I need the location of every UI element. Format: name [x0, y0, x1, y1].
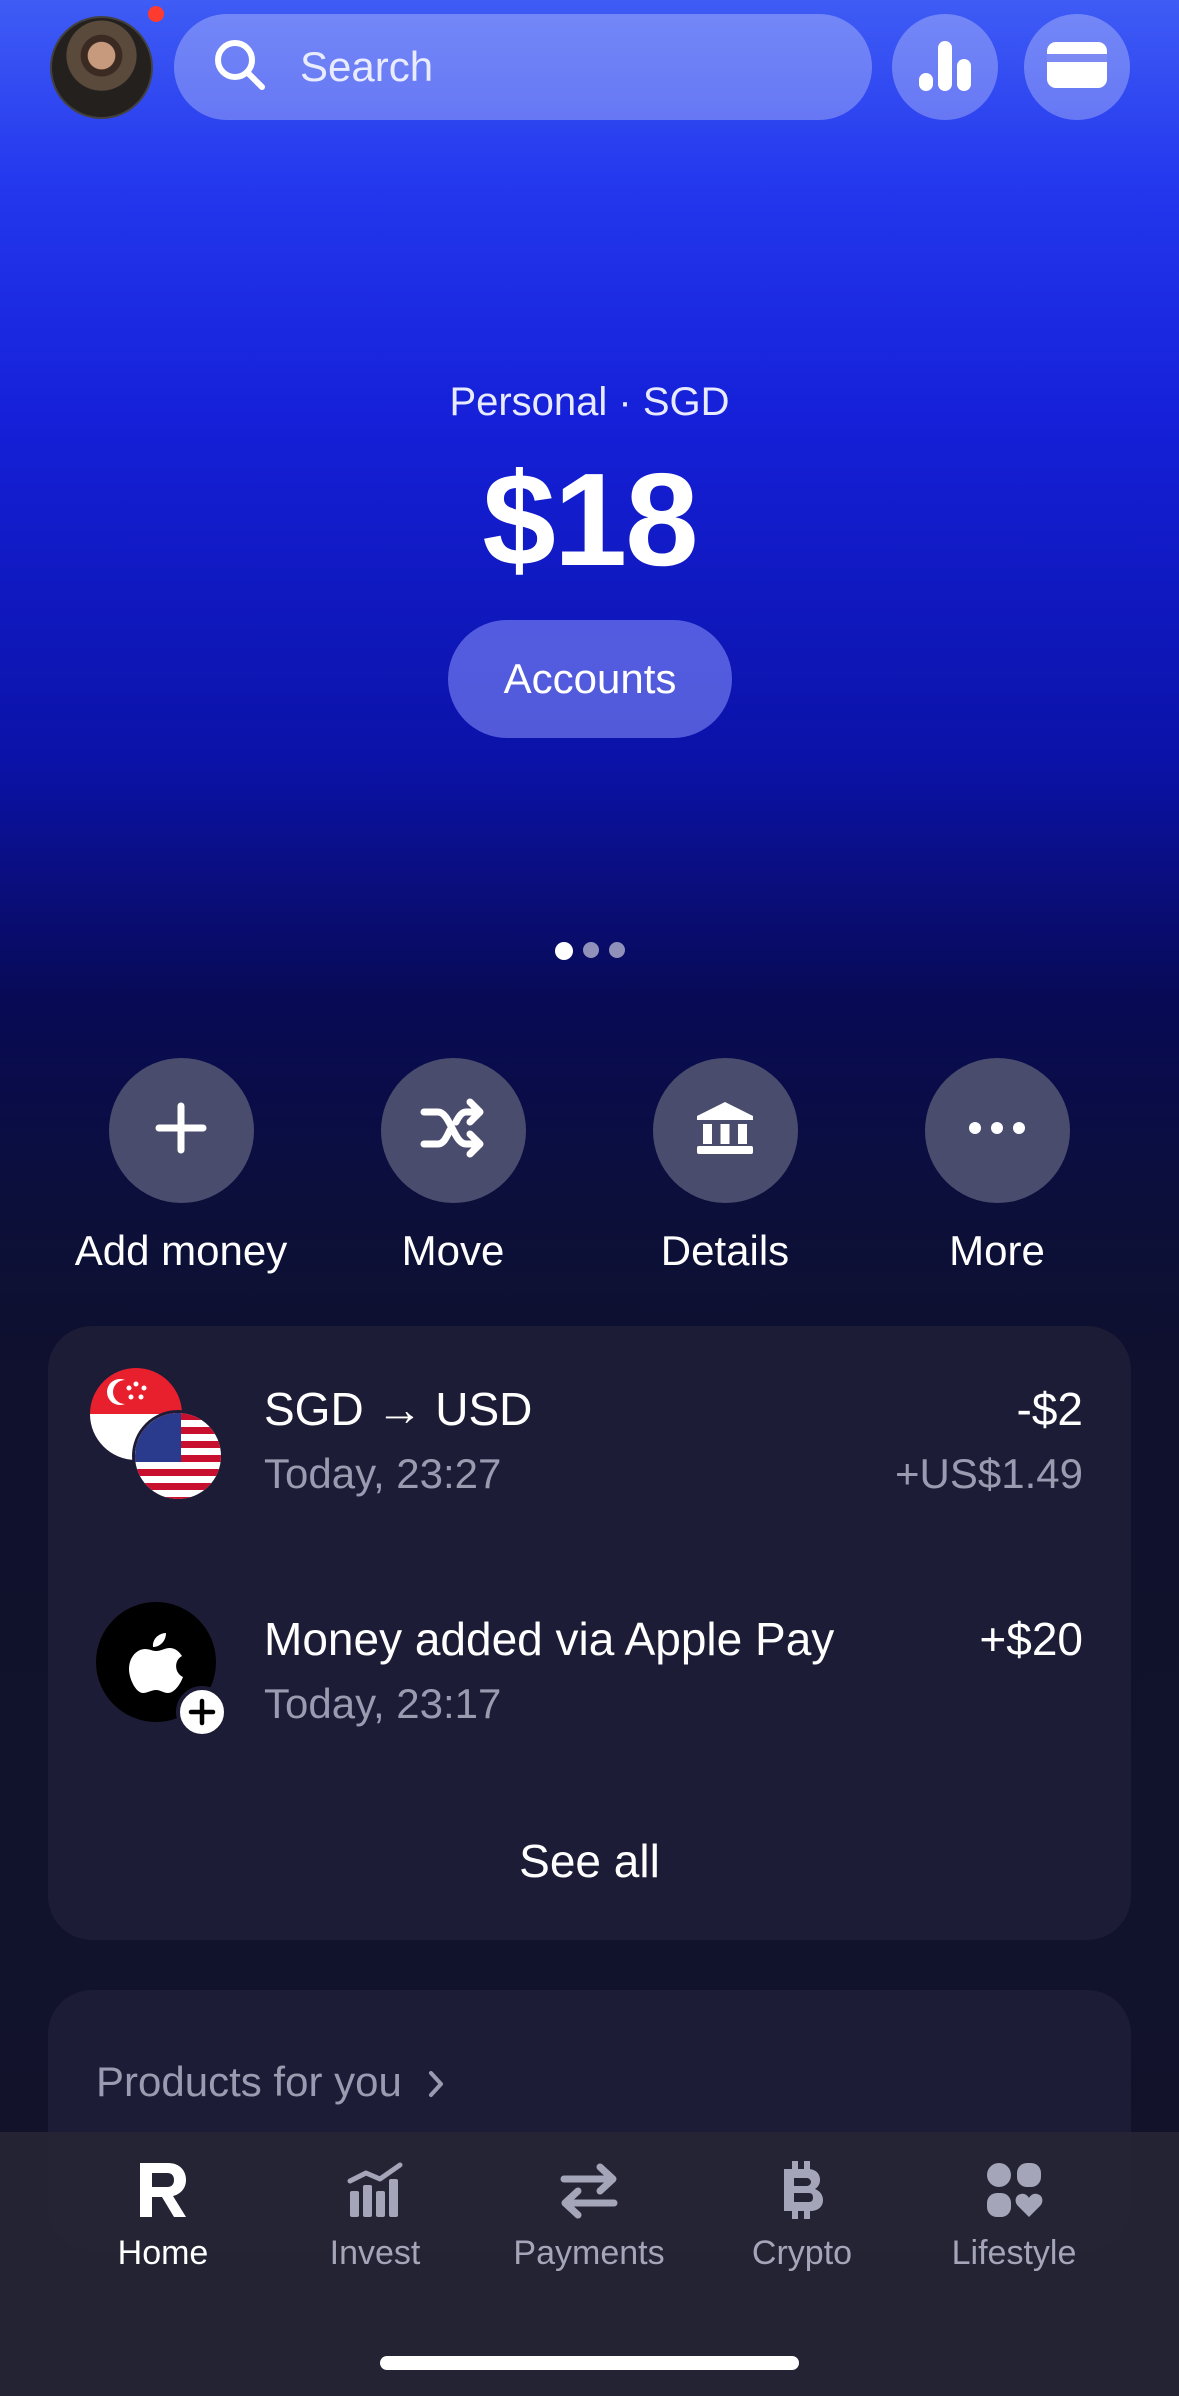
home-indicator: [380, 2356, 799, 2370]
nav-label: Lifestyle: [951, 2234, 1077, 2272]
lifestyle-icon: [982, 2158, 1046, 2222]
action-circle: [924, 1058, 1070, 1203]
details-button[interactable]: Details: [605, 1058, 845, 1275]
nav-label: Crypto: [751, 2234, 853, 2272]
action-label: Add money: [74, 1227, 288, 1274]
transactions-card: SGD → USD Today, 23:27 -$2 +US$1.49 Mone…: [48, 1326, 1131, 1940]
action-label: More: [949, 1227, 1045, 1274]
transaction-title: Money added via Apple Pay: [264, 1613, 835, 1665]
action-label: Details: [660, 1227, 790, 1274]
transaction-amount: -$2: [1016, 1383, 1083, 1435]
cards-button[interactable]: [1024, 14, 1130, 120]
account-label: Personal · SGD: [449, 380, 730, 424]
page-dot: [608, 942, 625, 958]
page-indicator[interactable]: [0, 942, 1179, 960]
transaction-converted-amount: +US$1.49: [895, 1450, 1083, 1497]
nav-payments[interactable]: Payments: [489, 2158, 689, 2273]
search-placeholder: Search: [300, 43, 434, 90]
search-icon: [210, 35, 270, 100]
move-button[interactable]: Move: [333, 1058, 573, 1275]
transaction-row[interactable]: Money added via Apple Pay Today, 23:17 +…: [48, 1602, 1131, 1792]
more-button[interactable]: More: [877, 1058, 1117, 1275]
add-money-button[interactable]: Add money: [61, 1058, 301, 1275]
analytics-button[interactable]: [892, 14, 998, 120]
notification-dot: [148, 6, 164, 22]
products-label: Products for you: [96, 2058, 402, 2105]
transaction-time: Today, 23:17: [264, 1680, 502, 1727]
transaction-row[interactable]: SGD → USD Today, 23:27 -$2 +US$1.49: [48, 1368, 1131, 1582]
more-icon: [967, 1120, 1027, 1141]
invest-icon: [343, 2158, 407, 2222]
nav-label: Payments: [513, 2234, 665, 2272]
plus-icon: [153, 1100, 209, 1161]
bank-icon: [695, 1100, 755, 1161]
nav-home[interactable]: Home: [63, 2158, 263, 2273]
nav-label: Invest: [329, 2234, 421, 2272]
us-flag-icon: [132, 1410, 224, 1502]
search-bar[interactable]: Search: [174, 14, 872, 120]
revolut-r-icon: [131, 2158, 195, 2222]
page-dot: [582, 942, 599, 958]
nav-lifestyle[interactable]: Lifestyle: [914, 2158, 1114, 2273]
action-circle: [380, 1058, 526, 1203]
see-all-button[interactable]: See all: [48, 1834, 1131, 1888]
page-dot: [554, 942, 573, 960]
products-header[interactable]: Products for you: [96, 2058, 445, 2109]
card-icon: [1045, 40, 1109, 95]
transaction-amount: +$20: [979, 1613, 1083, 1665]
analytics-icon: [915, 35, 975, 100]
nav-label: Home: [117, 2234, 209, 2272]
action-label: Move: [401, 1227, 505, 1274]
nav-crypto[interactable]: Crypto: [702, 2158, 902, 2273]
action-circle: [108, 1058, 254, 1203]
transaction-title: SGD → USD: [264, 1383, 533, 1435]
shuffle-icon: [420, 1098, 486, 1163]
action-circle: [652, 1058, 798, 1203]
nav-invest[interactable]: Invest: [275, 2158, 475, 2273]
transaction-time: Today, 23:27: [264, 1450, 502, 1497]
plus-badge-icon: [176, 1686, 228, 1738]
transfer-arrows-icon: [557, 2158, 621, 2222]
chevron-right-icon: [427, 2061, 445, 2109]
balance-amount[interactable]: $18: [0, 444, 1179, 595]
bitcoin-icon: [770, 2158, 834, 2222]
accounts-button[interactable]: Accounts: [448, 620, 732, 738]
avatar[interactable]: [50, 16, 153, 119]
